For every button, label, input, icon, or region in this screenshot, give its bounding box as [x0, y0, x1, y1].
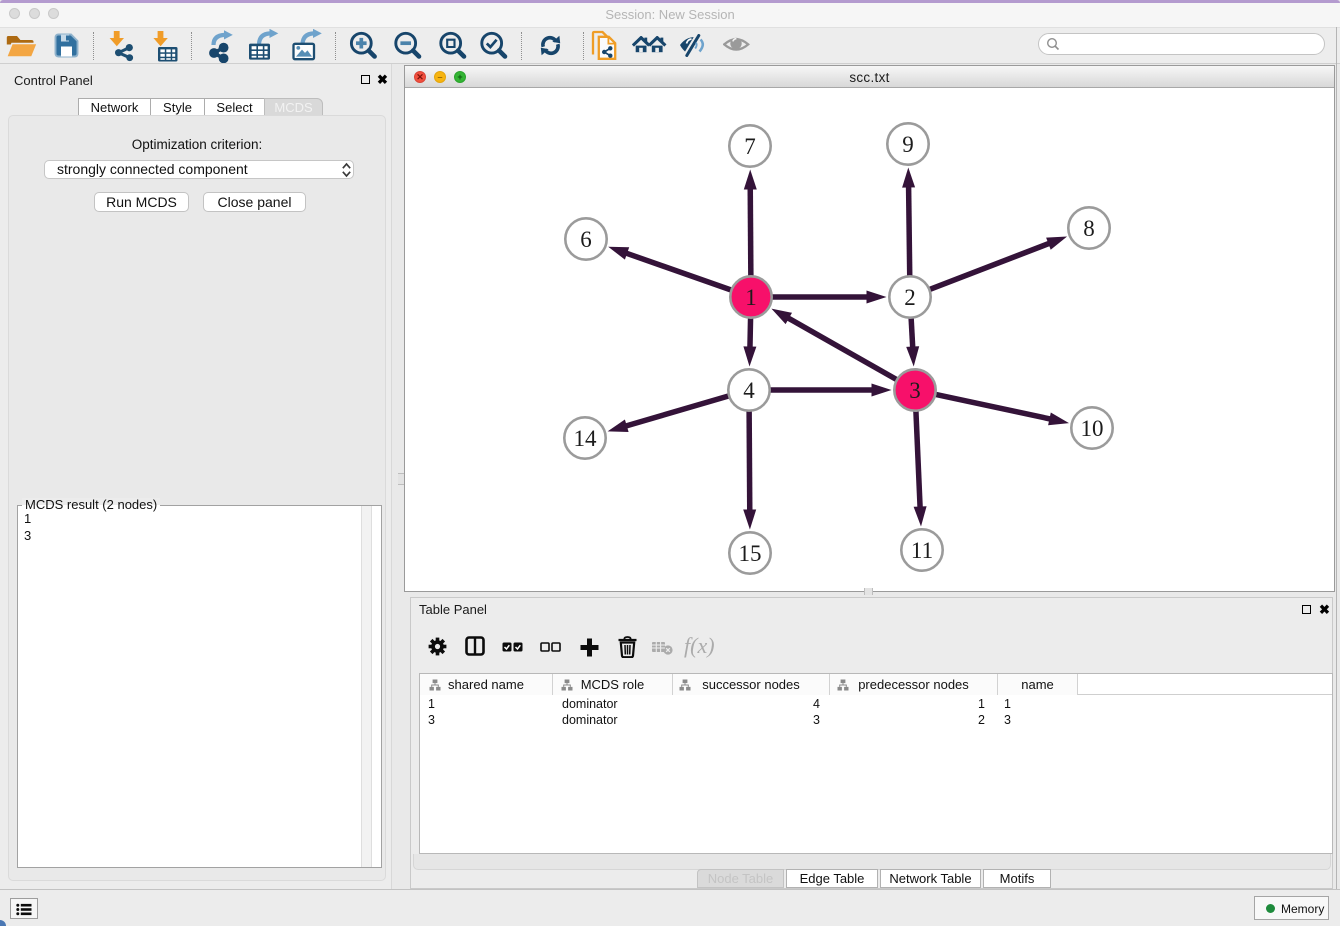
- svg-text:2: 2: [904, 285, 916, 310]
- svg-text:3: 3: [909, 378, 921, 403]
- svg-text:1: 1: [745, 285, 757, 310]
- svg-text:10: 10: [1081, 416, 1104, 441]
- svg-text:11: 11: [911, 538, 933, 563]
- svg-text:8: 8: [1083, 216, 1095, 241]
- svg-text:14: 14: [574, 426, 598, 451]
- svg-text:7: 7: [744, 134, 756, 159]
- svg-text:15: 15: [739, 541, 762, 566]
- svg-text:6: 6: [580, 227, 592, 252]
- svg-text:9: 9: [902, 132, 914, 157]
- svg-text:4: 4: [743, 378, 755, 403]
